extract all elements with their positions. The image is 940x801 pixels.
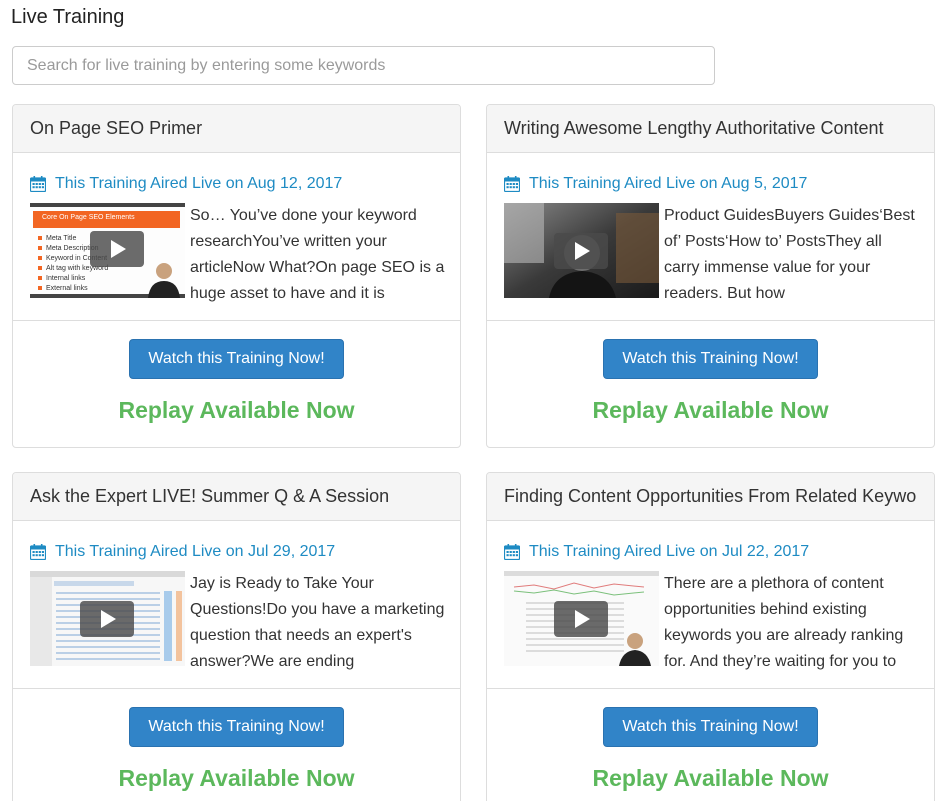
video-thumbnail[interactable] — [504, 203, 659, 298]
aired-date-text: This Training Aired Live on Jul 29, 2017 — [55, 543, 336, 560]
video-thumbnail[interactable] — [504, 571, 659, 666]
card-header: On Page SEO Primer — [13, 105, 460, 153]
card-footer: Watch this Training Now! Replay Availabl… — [487, 321, 934, 447]
card-header: Finding Content Opportunities From Relat… — [487, 473, 934, 521]
play-icon[interactable] — [554, 233, 608, 269]
card-header: Ask the Expert LIVE! Summer Q & A Sessio… — [13, 473, 460, 521]
calendar-icon — [29, 544, 47, 561]
training-title[interactable]: Ask the Expert LIVE! Summer Q & A Sessio… — [30, 486, 389, 507]
replay-status: Replay Available Now — [118, 397, 355, 423]
play-icon[interactable] — [90, 231, 144, 267]
calendar-icon — [503, 176, 521, 193]
card-body: This Training Aired Live on Jul 29, 2017… — [13, 521, 460, 689]
training-title[interactable]: On Page SEO Primer — [30, 118, 202, 139]
aired-date-text: This Training Aired Live on Aug 12, 2017 — [55, 175, 343, 192]
watch-training-button[interactable]: Watch this Training Now! — [129, 339, 344, 379]
watch-training-button[interactable]: Watch this Training Now! — [603, 339, 818, 379]
card-body: This Training Aired Live on Aug 12, 2017… — [13, 153, 460, 321]
aired-date-link[interactable]: This Training Aired Live on Aug 5, 2017 — [503, 175, 808, 193]
page-title: Live Training — [11, 6, 125, 28]
video-thumbnail[interactable]: Core On Page SEO Elements Meta Title Met… — [30, 203, 185, 298]
video-thumbnail[interactable] — [30, 571, 185, 666]
training-card: Writing Awesome Lengthy Authoritative Co… — [486, 104, 935, 448]
training-excerpt: Jay is Ready to Take Your Questions!Do y… — [190, 575, 445, 670]
training-excerpt: There are a plethora of content opportun… — [664, 575, 904, 670]
training-card: Ask the Expert LIVE! Summer Q & A Sessio… — [12, 472, 461, 801]
aired-date-link[interactable]: This Training Aired Live on Jul 22, 2017 — [503, 543, 810, 561]
aired-date-text: This Training Aired Live on Aug 5, 2017 — [529, 175, 808, 192]
thumb-heading: Core On Page SEO Elements — [42, 214, 135, 221]
training-card: Finding Content Opportunities From Relat… — [486, 472, 935, 801]
replay-status: Replay Available Now — [592, 765, 829, 791]
card-footer: Watch this Training Now! Replay Availabl… — [487, 689, 934, 801]
aired-date-link[interactable]: This Training Aired Live on Aug 12, 2017 — [29, 175, 343, 193]
card-body: This Training Aired Live on Jul 22, 2017… — [487, 521, 934, 689]
search-input[interactable] — [12, 46, 715, 85]
thumb-item: Internal links — [46, 275, 86, 282]
card-footer: Watch this Training Now! Replay Availabl… — [13, 689, 460, 801]
training-title[interactable]: Writing Awesome Lengthy Authoritative Co… — [504, 118, 884, 139]
calendar-icon — [29, 176, 47, 193]
aired-date-text: This Training Aired Live on Jul 22, 2017 — [529, 543, 810, 560]
training-excerpt: Product GuidesBuyers Guides‘Best of’ Pos… — [664, 207, 915, 302]
play-icon[interactable] — [80, 601, 134, 637]
watch-training-button[interactable]: Watch this Training Now! — [129, 707, 344, 747]
training-excerpt: So… You’ve done your keyword researchYou… — [190, 207, 445, 302]
play-icon[interactable] — [554, 601, 608, 637]
training-title[interactable]: Finding Content Opportunities From Relat… — [504, 486, 917, 507]
training-card: On Page SEO Primer This Training Aired L… — [12, 104, 461, 448]
aired-date-link[interactable]: This Training Aired Live on Jul 29, 2017 — [29, 543, 336, 561]
calendar-icon — [503, 544, 521, 561]
card-body: This Training Aired Live on Aug 5, 2017 … — [487, 153, 934, 321]
card-header: Writing Awesome Lengthy Authoritative Co… — [487, 105, 934, 153]
watch-training-button[interactable]: Watch this Training Now! — [603, 707, 818, 747]
replay-status: Replay Available Now — [592, 397, 829, 423]
card-footer: Watch this Training Now! Replay Availabl… — [13, 321, 460, 447]
replay-status: Replay Available Now — [118, 765, 355, 791]
thumb-item: External links — [46, 285, 88, 292]
